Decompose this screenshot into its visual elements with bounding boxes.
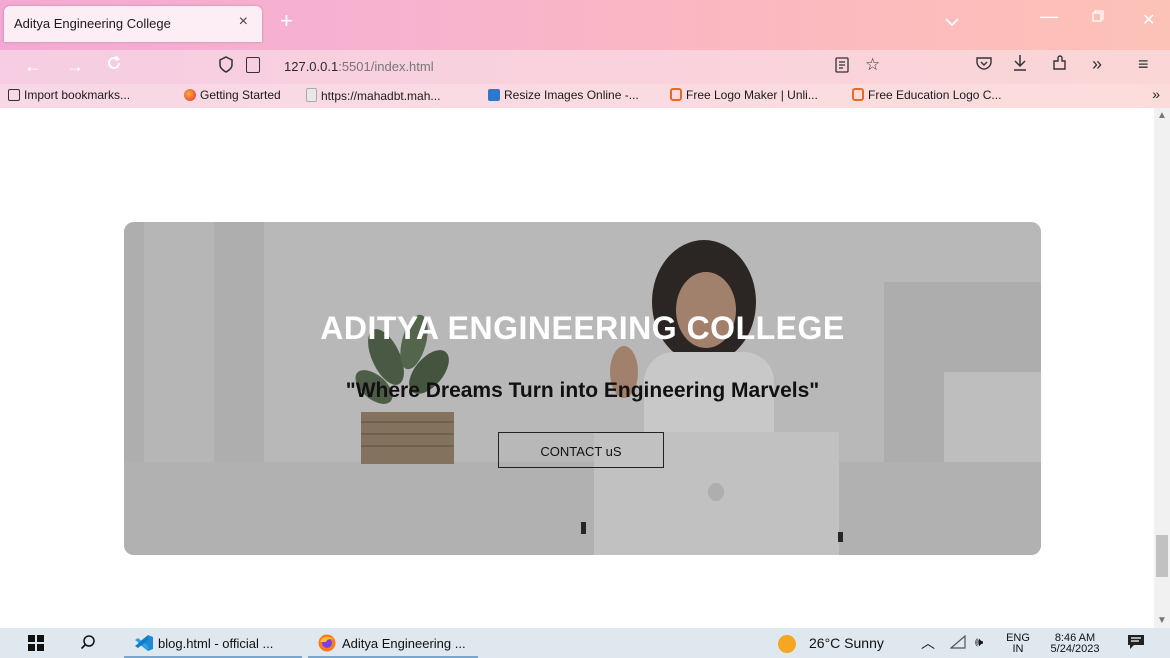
tab-strip: Aditya Engineering College × + — ✕ [0,0,1170,50]
bookmarks-overflow-icon[interactable]: » [1152,86,1160,102]
system-clock[interactable]: 8:46 AM 5/24/2023 [1042,633,1108,655]
weather-temperature: 26°C [809,635,841,651]
hero-title: ADITYA ENGINEERING COLLEGE [320,310,845,346]
scroll-down-icon[interactable]: ▼ [1157,615,1167,626]
download-icon[interactable] [1012,54,1028,77]
volume-icon[interactable]: 🕪 [975,634,983,650]
more-tools-icon[interactable]: » [1092,54,1102,75]
logo-maker-icon [852,88,864,101]
address-bar[interactable]: 127.0.0.1:5501/index.html ☆ [210,53,890,81]
taskbar-app-firefox[interactable]: Aditya Engineering ... [308,628,478,658]
forward-arrow-icon[interactable]: → [66,56,84,77]
bookmark-star-icon[interactable]: ☆ [865,55,880,75]
bookmark-label: https://mahadbt.mah... [321,89,441,103]
bookmark-label: Getting Started [200,88,281,102]
network-icon[interactable] [949,634,966,652]
tracking-shield-icon[interactable] [218,56,234,79]
restore-icon[interactable] [1092,10,1104,25]
firefox-icon [318,634,336,652]
page-icon [306,88,317,102]
tab-active[interactable]: Aditya Engineering College × [4,6,262,42]
navigation-bar: ← → 127.0.0.1:5501/index.html ☆ » ≡ [0,50,1170,84]
pocket-icon[interactable] [976,56,992,75]
taskbar-app-label: Aditya Engineering ... [342,636,466,651]
back-arrow-icon[interactable]: ← [24,56,42,77]
minimize-icon[interactable]: — [1040,6,1058,27]
bookmark-label: Import bookmarks... [24,88,131,102]
language-region: IN [1012,643,1024,655]
hero-banner: ADITYA ENGINEERING COLLEGE "Where Dreams… [124,222,1041,555]
clock-date: 5/24/2023 [1050,643,1100,655]
extensions-icon[interactable] [1052,55,1068,76]
hero-tagline: "Where Dreams Turn into Engineering Marv… [345,379,820,402]
bookmark-label: Free Education Logo C... [868,88,1002,102]
tray-overflow-chevron-icon[interactable]: ︿ [921,633,935,653]
new-tab-icon[interactable]: + [280,8,293,34]
bookmark-free-logo-maker[interactable]: Free Logo Maker | Unli... [670,88,818,102]
taskbar-app-vscode[interactable]: blog.html - official ... [124,628,302,658]
contact-us-button[interactable]: CONTACT uS [498,432,664,468]
windows-start-icon[interactable] [28,635,44,654]
bookmark-getting-started[interactable]: Getting Started [184,88,281,102]
resize-icon [488,89,500,101]
bookmark-mahadbt[interactable]: https://mahadbt.mah... [306,88,440,103]
tab-close-icon[interactable]: × [239,13,248,31]
close-window-icon[interactable]: ✕ [1142,10,1155,30]
bookmark-import[interactable]: Import bookmarks... [8,88,130,102]
windows-taskbar: blog.html - official ... Aditya Engineer… [0,628,1170,658]
scroll-up-icon[interactable]: ▲ [1157,110,1167,121]
scrollbar-thumb[interactable] [1156,535,1168,577]
bookmark-label: Resize Images Online -... [504,88,639,102]
bookmark-free-education-logo[interactable]: Free Education Logo C... [852,88,1001,102]
reload-icon[interactable] [106,55,122,76]
vscode-icon [134,634,153,652]
url-path: :5501/index.html [338,59,434,74]
firefox-icon [184,89,196,101]
chevron-down-icon[interactable] [945,14,959,30]
hamburger-menu-icon[interactable]: ≡ [1138,54,1149,75]
bookmark-label: Free Logo Maker | Unli... [686,88,818,102]
notification-center-icon[interactable] [1127,634,1145,653]
url-text[interactable]: 127.0.0.1:5501/index.html [284,59,434,74]
reader-view-icon[interactable] [835,57,849,76]
url-host: 127.0.0.1 [284,59,339,74]
weather-condition: Sunny [844,635,884,651]
weather-sun-icon[interactable] [777,634,797,657]
weather-widget[interactable]: 26°C Sunny [809,635,884,651]
import-icon [8,89,20,101]
taskbar-app-label: blog.html - official ... [158,636,274,651]
page-info-icon[interactable] [246,57,260,73]
bookmarks-toolbar: Import bookmarks... Getting Started http… [0,84,1170,108]
language-indicator[interactable]: ENG IN [1003,633,1033,655]
logo-maker-icon [670,88,682,101]
bookmark-resize-images[interactable]: Resize Images Online -... [488,88,639,102]
tab-title: Aditya Engineering College [14,16,171,31]
search-icon[interactable] [80,634,96,653]
